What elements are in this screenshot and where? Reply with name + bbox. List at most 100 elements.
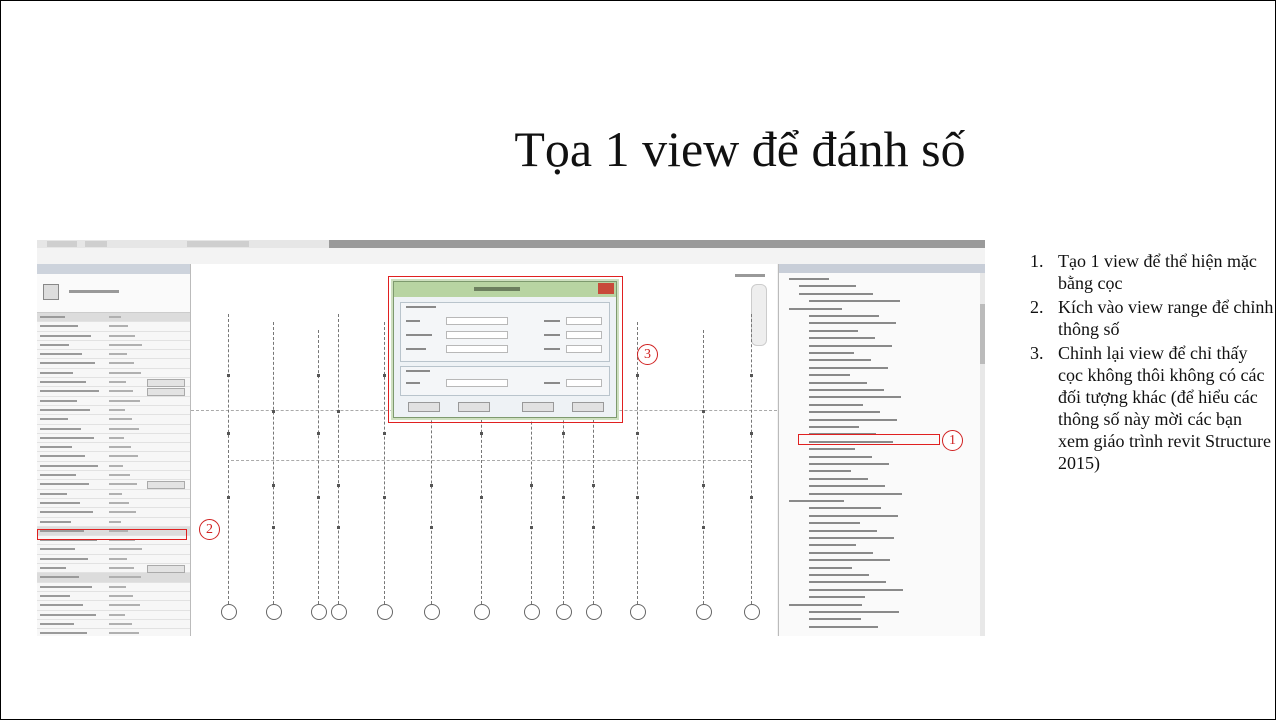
property-row[interactable] bbox=[37, 322, 190, 332]
property-row[interactable] bbox=[37, 564, 190, 574]
browser-item[interactable] bbox=[789, 500, 844, 502]
ribbon-tab[interactable] bbox=[47, 241, 77, 247]
property-row[interactable] bbox=[37, 462, 190, 472]
property-row[interactable] bbox=[37, 573, 190, 583]
property-row[interactable] bbox=[37, 583, 190, 592]
browser-item[interactable] bbox=[809, 529, 877, 532]
browser-item[interactable] bbox=[809, 477, 868, 480]
property-row[interactable] bbox=[37, 601, 190, 611]
grid-bubble[interactable] bbox=[524, 604, 540, 620]
view-controls[interactable] bbox=[735, 274, 765, 277]
browser-item[interactable] bbox=[809, 470, 851, 473]
grid-bubble[interactable] bbox=[696, 604, 712, 620]
browser-item[interactable] bbox=[809, 596, 865, 599]
property-row[interactable] bbox=[37, 332, 190, 341]
browser-item[interactable] bbox=[809, 352, 854, 354]
property-row[interactable] bbox=[37, 350, 190, 360]
browser-item[interactable] bbox=[809, 625, 878, 628]
browser-item[interactable] bbox=[789, 307, 842, 310]
type-selector[interactable] bbox=[37, 274, 190, 313]
browser-item[interactable] bbox=[789, 603, 862, 606]
browser-item[interactable] bbox=[809, 492, 902, 495]
grid-bubble[interactable] bbox=[331, 604, 347, 620]
browser-item[interactable] bbox=[809, 544, 856, 547]
grid-bubble[interactable] bbox=[556, 604, 572, 620]
grid-bubble[interactable] bbox=[630, 604, 646, 620]
browser-item[interactable] bbox=[809, 403, 863, 406]
browser-item[interactable] bbox=[809, 426, 859, 428]
browser-item[interactable] bbox=[809, 389, 884, 391]
browser-item[interactable] bbox=[809, 359, 871, 362]
browser-item[interactable] bbox=[809, 611, 899, 613]
grid-bubble[interactable] bbox=[221, 604, 237, 620]
browser-item[interactable] bbox=[809, 522, 860, 525]
browser-item[interactable] bbox=[809, 337, 875, 340]
property-row[interactable] bbox=[37, 629, 190, 636]
property-row[interactable] bbox=[37, 499, 190, 509]
browser-item[interactable] bbox=[809, 322, 896, 325]
grid-bubble[interactable] bbox=[744, 604, 760, 620]
browser-item[interactable] bbox=[809, 463, 889, 465]
property-row[interactable] bbox=[37, 406, 190, 416]
property-row[interactable] bbox=[37, 490, 190, 499]
edit-button[interactable] bbox=[147, 379, 185, 388]
grid-bubble[interactable] bbox=[377, 604, 393, 620]
browser-item[interactable] bbox=[809, 618, 861, 621]
browser-item[interactable] bbox=[809, 485, 885, 488]
browser-item[interactable] bbox=[809, 537, 894, 539]
browser-item[interactable] bbox=[809, 574, 869, 576]
grid-bubble[interactable] bbox=[424, 604, 440, 620]
property-row[interactable] bbox=[37, 555, 190, 565]
browser-item[interactable] bbox=[809, 514, 898, 517]
browser-item[interactable] bbox=[809, 329, 858, 332]
property-row[interactable] bbox=[37, 518, 190, 527]
property-row[interactable] bbox=[37, 611, 190, 620]
property-row[interactable] bbox=[37, 592, 190, 602]
browser-item[interactable] bbox=[809, 581, 886, 584]
property-row[interactable] bbox=[37, 443, 190, 453]
browser-item[interactable] bbox=[799, 285, 856, 288]
browser-item[interactable] bbox=[809, 559, 890, 562]
browser-item[interactable] bbox=[809, 507, 881, 510]
browser-item[interactable] bbox=[809, 566, 852, 569]
browser-item[interactable] bbox=[809, 381, 867, 384]
browser-item[interactable] bbox=[809, 418, 897, 421]
property-row[interactable] bbox=[37, 369, 190, 379]
property-row[interactable] bbox=[37, 359, 190, 369]
grid-bubble[interactable] bbox=[266, 604, 282, 620]
property-row[interactable] bbox=[37, 480, 190, 490]
property-row[interactable] bbox=[37, 425, 190, 434]
property-row[interactable] bbox=[37, 341, 190, 351]
browser-item[interactable] bbox=[809, 448, 855, 451]
edit-button[interactable] bbox=[147, 565, 185, 574]
property-row[interactable] bbox=[37, 471, 190, 481]
property-row[interactable] bbox=[37, 387, 190, 397]
navigation-bar[interactable] bbox=[751, 284, 767, 346]
browser-item[interactable] bbox=[809, 588, 903, 591]
property-row[interactable] bbox=[37, 313, 190, 323]
property-row[interactable] bbox=[37, 397, 190, 406]
ribbon-tab[interactable] bbox=[187, 241, 249, 247]
edit-button[interactable] bbox=[147, 481, 185, 490]
property-row[interactable] bbox=[37, 415, 190, 425]
browser-item[interactable] bbox=[809, 315, 879, 317]
browser-item[interactable] bbox=[809, 411, 880, 414]
property-row[interactable] bbox=[37, 545, 190, 555]
browser-item[interactable] bbox=[809, 455, 872, 458]
browser-item[interactable] bbox=[789, 278, 829, 280]
browser-item[interactable] bbox=[809, 300, 900, 303]
browser-item[interactable] bbox=[809, 344, 892, 347]
property-row[interactable] bbox=[37, 452, 190, 462]
browser-item[interactable] bbox=[809, 551, 873, 554]
edit-button[interactable] bbox=[147, 388, 185, 397]
ribbon-tab[interactable] bbox=[85, 241, 107, 247]
browser-item[interactable] bbox=[809, 396, 901, 399]
property-row[interactable] bbox=[37, 434, 190, 444]
browser-scroll-thumb[interactable] bbox=[980, 304, 985, 364]
grid-bubble[interactable] bbox=[586, 604, 602, 620]
property-row[interactable] bbox=[37, 378, 190, 388]
grid-bubble[interactable] bbox=[474, 604, 490, 620]
property-row[interactable] bbox=[37, 620, 190, 630]
grid-bubble[interactable] bbox=[311, 604, 327, 620]
browser-item[interactable] bbox=[799, 292, 873, 295]
